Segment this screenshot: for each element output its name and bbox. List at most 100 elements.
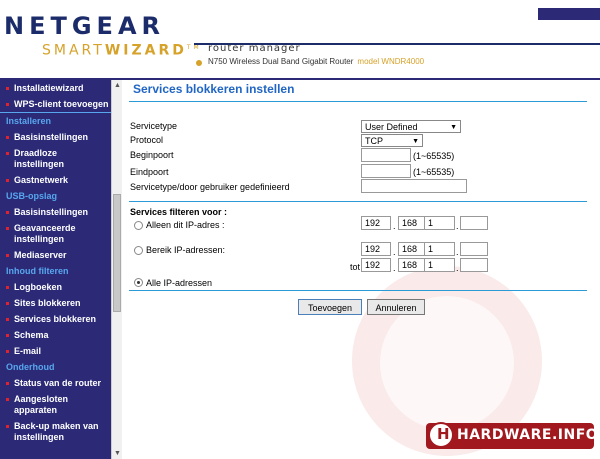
netgear-logo: NETGEAR (4, 12, 165, 40)
range-to-octet-3[interactable]: 1 (424, 258, 455, 272)
bullet-icon (6, 103, 9, 106)
router-model: model WNDR4000 (357, 57, 425, 66)
dropdown-arrow-icon: ▼ (450, 124, 457, 131)
hardware-info-text: HARDWARE.INFO (457, 427, 599, 443)
sidebar-item[interactable]: Geavanceerde instellingen (0, 220, 111, 247)
range-ip-label: Bereik IP-adressen: (146, 245, 226, 255)
sidebar-item-label: Mediaserver (14, 250, 67, 260)
servicetype-value: User Defined (365, 122, 418, 132)
bullet-icon (6, 318, 9, 321)
only-ip-octet-4[interactable] (460, 216, 488, 230)
sidebar-item-label: Logboeken (14, 282, 63, 292)
sidebar-item-label: Sites blokkeren (14, 298, 81, 308)
userdef-label: Servicetype/door gebruiker gedefinieerd (130, 182, 290, 192)
router-manager-title: router manager (208, 43, 301, 54)
sidebar-item[interactable]: Draadloze instellingen (0, 145, 111, 172)
sidebar-item[interactable]: Gastnetwerk (0, 172, 111, 188)
range-from-octet-1[interactable]: 192 (361, 242, 391, 256)
bullet-icon (6, 179, 9, 182)
sidebar-item[interactable]: Schema (0, 327, 111, 343)
protocol-label: Protocol (130, 135, 164, 145)
sidebar-item-label: Inhoud filteren (6, 266, 69, 276)
sidebar-item[interactable]: Sites blokkeren (0, 295, 111, 311)
beginpoort-input[interactable] (361, 148, 411, 162)
bullet-icon (6, 286, 9, 289)
sidebar-item[interactable]: Back-up maken van instellingen (0, 418, 111, 445)
router-description: N750 Wireless Dual Band Gigabit Router mo… (208, 57, 424, 66)
sidebar-item-label: Draadloze instellingen (14, 148, 65, 169)
beginpoort-label: Beginpoort (130, 150, 174, 160)
bullet-icon (6, 334, 9, 337)
range-to-octet-4[interactable] (460, 258, 488, 272)
router-desc-text: N750 Wireless Dual Band Gigabit Router (208, 57, 354, 66)
smartwizard-logo: SMARTWIZARDTM (42, 40, 202, 59)
sidebar-item-label: Status van de router (14, 378, 102, 388)
bullet-icon (6, 254, 9, 257)
sidebar-item[interactable]: Logboeken (0, 279, 111, 295)
sidebar-item[interactable]: Installatiewizard (0, 80, 111, 96)
sidebar-item[interactable]: Mediaserver (0, 247, 111, 263)
dropdown-arrow-icon: ▼ (412, 138, 419, 145)
sidebar-item-label: Aangesloten apparaten (14, 394, 69, 415)
range-to-octet-1[interactable]: 192 (361, 258, 391, 272)
protocol-value: TCP (365, 136, 383, 146)
sidebar-item-label: Onderhoud (6, 362, 55, 372)
bullet-icon (6, 398, 9, 401)
sidebar-item-label: Basisinstellingen (14, 132, 89, 142)
only-ip-radio[interactable] (134, 221, 143, 230)
sidebar-item-label: USB-opslag (6, 191, 58, 201)
ip-dot: . (393, 221, 396, 231)
sidebar-section-header: Installeren (0, 113, 111, 129)
bullet-icon (6, 152, 9, 155)
sidebar-item-label: Back-up maken van instellingen (14, 421, 99, 442)
range-ip-radio[interactable] (134, 246, 143, 255)
eindpoort-label: Eindpoort (130, 167, 169, 177)
only-ip-octet-3[interactable]: 1 (424, 216, 455, 230)
title-divider (129, 101, 587, 102)
sidebar-section-header: USB-opslag (0, 188, 111, 204)
bottom-divider (129, 290, 587, 291)
protocol-select[interactable]: TCP ▼ (361, 134, 423, 147)
eindpoort-input[interactable] (361, 164, 411, 178)
sidebar-item-label: Geavanceerde instellingen (14, 223, 76, 244)
bullet-icon (6, 227, 9, 230)
sidebar-item[interactable]: Basisinstellingen (0, 204, 111, 220)
sidebar-section-header: Inhoud filteren (0, 263, 111, 279)
sidebar-item-label: Schema (14, 330, 49, 340)
sidebar-item[interactable]: WPS-client toevoegen (0, 96, 111, 113)
sidebar-item-label: WPS-client toevoegen (14, 99, 109, 109)
bullet-icon (6, 211, 9, 214)
sidebar-scrollbar[interactable]: ▲ ▼ (111, 80, 122, 459)
only-ip-octet-1[interactable]: 192 (361, 216, 391, 230)
add-button[interactable]: Toevoegen (298, 299, 362, 315)
servicetype-select[interactable]: User Defined ▼ (361, 120, 461, 133)
scroll-thumb[interactable] (113, 194, 121, 312)
bullet-icon (6, 136, 9, 139)
servicetype-label: Servicetype (130, 121, 178, 131)
ip-dot: . (456, 221, 459, 231)
sidebar-item[interactable]: Basisinstellingen (0, 129, 111, 145)
sidebar-section-header: Onderhoud (0, 359, 111, 375)
bullet-icon (6, 302, 9, 305)
cancel-button[interactable]: Annuleren (367, 299, 425, 315)
bullet-icon (6, 425, 9, 428)
sidebar-item[interactable]: Services blokkeren (0, 311, 111, 327)
header: NETGEAR SMARTWIZARDTM router manager N75… (0, 0, 600, 80)
logo-smart-text: SMART (42, 42, 105, 59)
range-from-octet-4[interactable] (460, 242, 488, 256)
range-from-octet-3[interactable]: 1 (424, 242, 455, 256)
logo-tm: TM (186, 44, 202, 51)
only-ip-label: Alleen dit IP-adres : (146, 220, 225, 230)
tot-label: tot (350, 262, 361, 272)
all-ip-radio[interactable] (134, 278, 143, 287)
section-divider (129, 201, 587, 202)
ip-dot: . (393, 247, 396, 257)
bullet-icon (6, 350, 9, 353)
scroll-up-arrow-icon[interactable]: ▲ (113, 81, 122, 90)
sidebar-item[interactable]: Status van de router (0, 375, 111, 391)
sidebar-item[interactable]: E-mail (0, 343, 111, 359)
scroll-down-arrow-icon[interactable]: ▼ (113, 449, 122, 458)
bullet-icon (6, 382, 9, 385)
sidebar-item[interactable]: Aangesloten apparaten (0, 391, 111, 418)
userdef-input[interactable] (361, 179, 467, 193)
